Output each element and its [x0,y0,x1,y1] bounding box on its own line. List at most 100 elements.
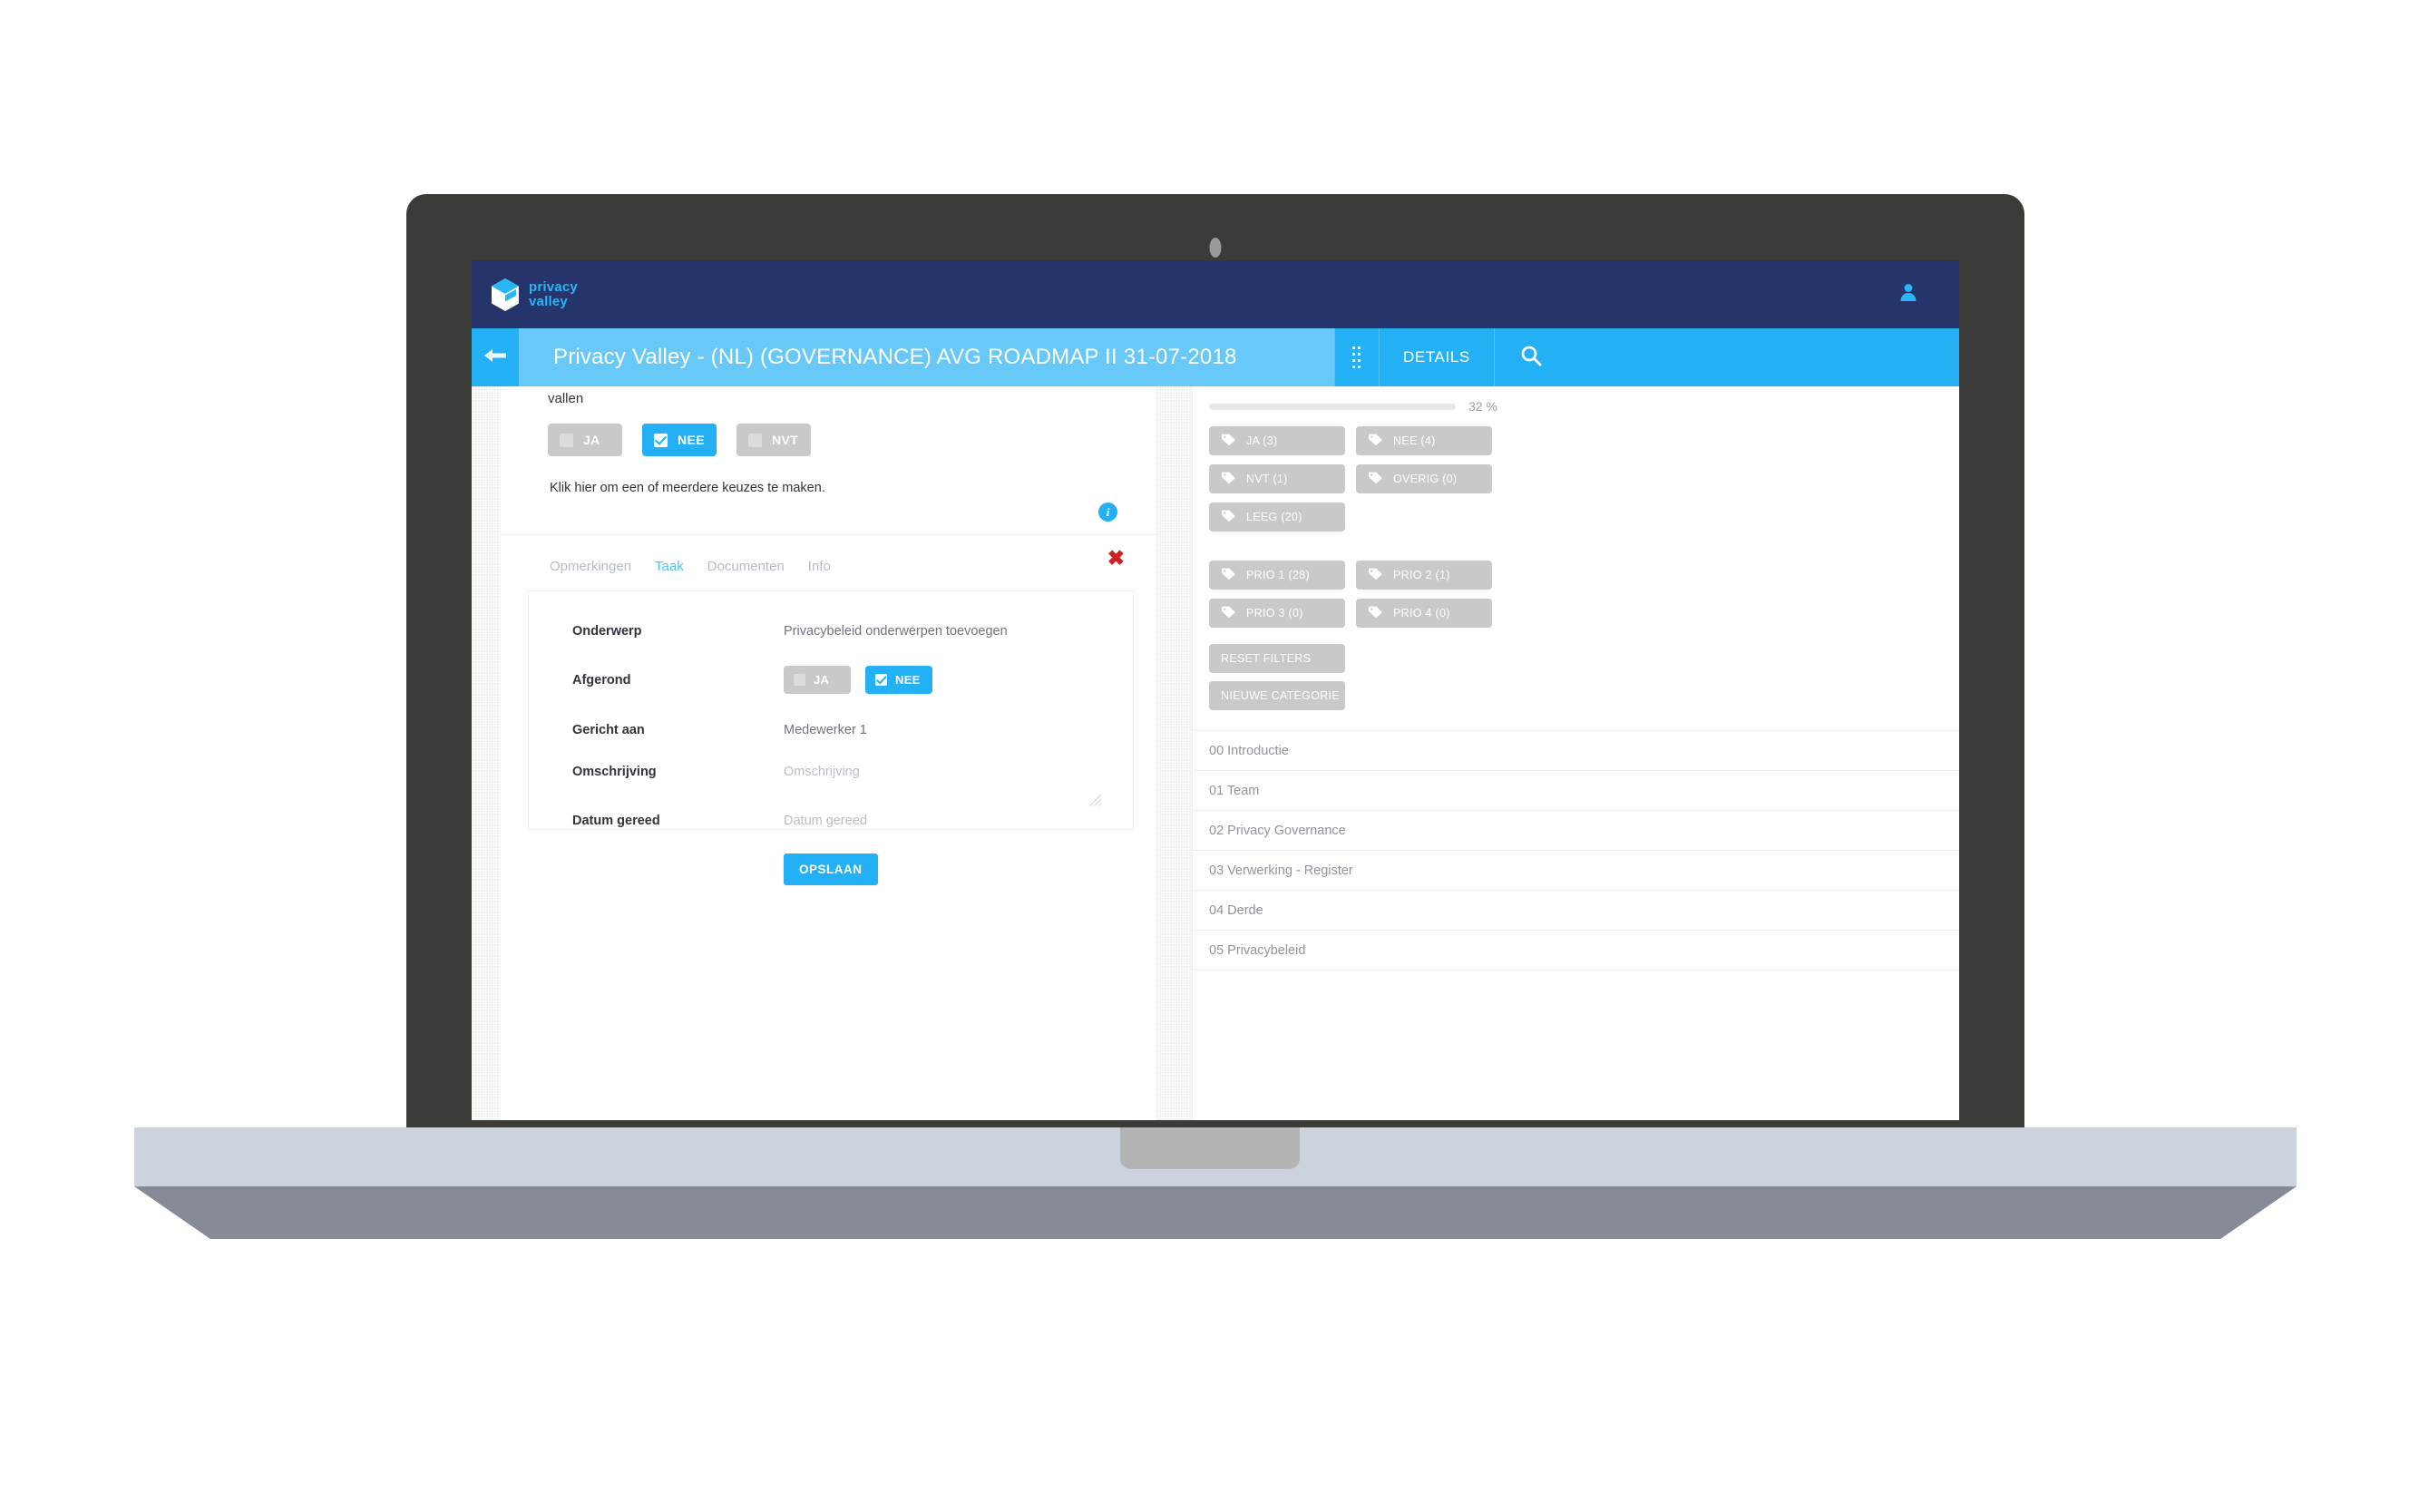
left-gutter [472,386,501,1120]
top-navigation-bar: privacy valley [472,260,1959,328]
checkbox-checked-icon [875,674,887,686]
category-item-01[interactable]: 01 Team [1193,771,1959,811]
task-form-card: Onderwerp Privacybeleid onderwerpen toev… [528,590,1134,885]
cube-logo-icon [490,278,521,312]
omschrijving-input[interactable]: Omschrijving [784,765,860,779]
filter-tag-label: PRIO 1 (28) [1246,569,1310,581]
question-text-tail: vallen [548,391,584,406]
brand-wordmark: privacy valley [529,280,578,308]
priority-filter-tags: PRIO 1 (28) PRIO 2 (1) PRIO 3 (0) PRIO 4… [1193,548,1499,628]
main-content-column: vallen JA NEE NVT Klik hier om een of me… [501,386,1156,1120]
answer-option-label: NEE [678,433,705,447]
filter-tag-leeg[interactable]: LEEG (20) [1209,502,1345,532]
tag-icon [1368,567,1383,583]
filter-tag-prio-3[interactable]: PRIO 3 (0) [1209,599,1345,628]
form-row-datum-gereed: Datum gereed Datum gereed [529,814,1133,828]
status-filter-tags: JA (3) NEE (4) NVT (1) OVERIG (0) LEEG (… [1193,414,1499,532]
checkbox-icon [794,674,805,686]
onderwerp-label: Onderwerp [572,624,642,639]
multi-choice-hint[interactable]: Klik hier om een of meerdere keuzes te m… [501,456,1156,495]
tab-documenten[interactable]: Documenten [707,559,785,574]
checkbox-checked-icon [654,433,668,447]
category-item-02[interactable]: 02 Privacy Governance [1193,811,1959,851]
filter-tag-label: PRIO 3 (0) [1246,607,1303,619]
afgerond-option-label: NEE [895,673,921,687]
search-icon [1520,345,1542,371]
filter-tag-label: NVT (1) [1246,473,1288,485]
afgerond-option-nee[interactable]: NEE [865,666,932,694]
afgerond-option-ja[interactable]: JA [784,666,851,694]
resize-handle-icon[interactable] [1088,792,1104,813]
filter-tag-ja[interactable]: JA (3) [1209,426,1345,455]
omschrijving-label: Omschrijving [572,765,657,779]
webcam [1209,238,1222,258]
info-icon[interactable]: i [1098,502,1117,522]
answer-option-label: NVT [772,433,799,447]
category-item-05[interactable]: 05 Privacybeleid [1193,931,1959,971]
filter-tag-label: PRIO 4 (0) [1393,607,1450,619]
tag-icon [1221,567,1236,583]
tab-strip: Opmerkingen Taak Documenten Info ✖ [501,535,1156,575]
category-item-00[interactable]: 00 Introductie [1193,731,1959,771]
laptop-notch [1119,1127,1300,1169]
brand-line-1: privacy [529,279,578,296]
category-item-04[interactable]: 04 Derde [1193,891,1959,931]
filter-tag-label: OVERIG (0) [1393,473,1458,485]
filter-tag-overig[interactable]: OVERIG (0) [1356,464,1492,493]
screen: privacy valley Privacy Valley - (NL) (GO… [472,260,1959,1120]
tag-icon [1221,509,1236,525]
onderwerp-value: Privacybeleid onderwerpen toevoegen [784,624,1008,639]
brand-logo[interactable]: privacy valley [490,278,578,312]
afgerond-label: Afgerond [572,672,631,688]
new-category-button[interactable]: NIEUWE CATEGORIE [1209,681,1345,710]
progress-bar [1209,403,1456,410]
afgerond-option-label: JA [814,673,830,687]
brand-line-2: valley [529,293,568,309]
filter-tag-nee[interactable]: NEE (4) [1356,426,1492,455]
app-body: vallen JA NEE NVT Klik hier om een of me… [472,386,1959,1120]
drag-grip-icon[interactable] [1334,328,1380,386]
arrow-left-icon [483,346,507,369]
answer-option-label: JA [583,433,600,447]
user-icon[interactable] [1898,282,1918,307]
form-row-onderwerp: Onderwerp Privacybeleid onderwerpen toev… [529,624,1133,639]
checkbox-icon [560,433,573,447]
filter-tag-label: JA (3) [1246,434,1278,447]
answer-option-nvt[interactable]: NVT [736,424,811,456]
answer-option-nee[interactable]: NEE [642,424,717,456]
filter-tag-prio-1[interactable]: PRIO 1 (28) [1209,561,1345,590]
answer-option-ja[interactable]: JA [548,424,622,456]
save-button[interactable]: OPSLAAN [784,854,878,885]
form-actions: OPSLAAN [529,854,1133,885]
laptop-mockup: privacy valley Privacy Valley - (NL) (GO… [0,0,2419,1512]
tab-opmerkingen[interactable]: Opmerkingen [550,559,631,574]
details-button[interactable]: DETAILS [1380,328,1495,386]
filter-tag-prio-4[interactable]: PRIO 4 (0) [1356,599,1492,628]
tag-icon [1368,605,1383,621]
filter-tag-label: PRIO 2 (1) [1393,569,1450,581]
category-item-03[interactable]: 03 Verwerking - Register [1193,851,1959,891]
tag-icon [1368,433,1383,449]
datum-gereed-label: Datum gereed [572,814,660,828]
filter-tag-prio-2[interactable]: PRIO 2 (1) [1356,561,1492,590]
tag-icon [1221,605,1236,621]
collapse-sidebar-button[interactable] [472,328,519,386]
filter-tag-label: LEEG (20) [1246,511,1302,523]
search-button[interactable] [1494,328,1959,386]
filter-tag-nvt[interactable]: NVT (1) [1209,464,1345,493]
reset-filters-button[interactable]: RESET FILTERS [1209,644,1345,673]
datum-gereed-input[interactable]: Datum gereed [784,814,867,828]
gericht-aan-value: Medewerker 1 [784,723,867,737]
tab-info[interactable]: Info [808,559,831,574]
gericht-aan-label: Gericht aan [572,723,645,737]
laptop-base-front [134,1186,2297,1239]
filters-sidebar: 32 % JA (3) NEE (4) NVT (1) OVERIG (0) L… [1192,386,1959,1120]
progress-row: 32 % [1193,386,1959,414]
tag-icon [1221,471,1236,487]
form-row-gericht-aan: Gericht aan Medewerker 1 [529,723,1133,737]
info-row: i [501,495,1156,534]
form-row-afgerond: Afgerond JA NEE [529,666,1133,694]
tab-taak[interactable]: Taak [655,559,684,574]
close-icon[interactable]: ✖ [1107,548,1125,569]
progress-percent-label: 32 % [1468,399,1497,414]
